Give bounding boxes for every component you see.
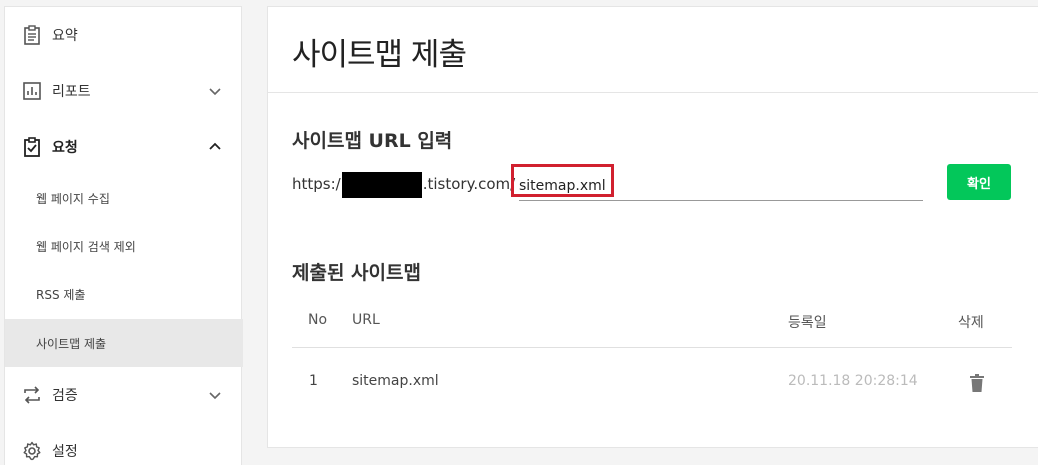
trash-icon[interactable] [967,373,987,393]
sidebar-item-label: 설정 [52,444,78,460]
sitemap-url-input[interactable] [519,171,923,200]
chevron-down-icon [207,83,223,99]
cell-no: 1 [309,373,318,389]
column-header-delete: 삭제 [958,315,984,331]
divider [268,92,1038,93]
sidebar-item-summary[interactable]: 요약 [5,12,243,58]
cell-date: 20.11.18 20:28:14 [788,373,918,389]
sidebar-item-label: 웹 페이지 검색 제외 [36,239,136,254]
sidebar-item-label: 요약 [52,28,78,44]
clipboard-check-icon [22,137,42,157]
sidebar-item-report[interactable]: 리포트 [5,68,243,114]
sidebar-item-label: 리포트 [52,84,91,100]
sidebar-item-web-page-exclude[interactable]: 웹 페이지 검색 제외 [5,222,243,270]
section-title-submitted: 제출된 사이트맵 [292,262,421,284]
section-title-url-input: 사이트맵 URL 입력 [292,130,453,152]
bar-chart-icon [22,81,42,101]
url-prefix: https:/ .tistory.com/ [292,172,515,198]
swap-arrows-icon [22,385,42,405]
sidebar-item-web-page-collect[interactable]: 웹 페이지 수집 [5,174,243,222]
chevron-down-icon [207,387,223,403]
chevron-up-icon [207,139,223,155]
column-header-date: 등록일 [788,315,827,331]
sitemap-url-field [519,171,923,201]
sidebar-item-label: 웹 페이지 수집 [36,191,110,206]
column-header-url: URL [352,312,380,328]
sidebar-item-label: 검증 [52,388,78,404]
sidebar-item-settings[interactable]: 설정 [5,428,243,465]
cell-url: sitemap.xml [352,373,439,389]
page-title: 사이트맵 제출 [292,37,467,73]
main-panel: 사이트맵 제출 사이트맵 URL 입력 https:/ .tistory.com/… [267,6,1038,448]
url-prefix-end: .tistory.com/ [422,175,516,193]
clipboard-list-icon [22,25,42,45]
table-divider [292,347,1012,348]
sidebar-item-verify[interactable]: 검증 [5,372,243,418]
gear-icon [22,441,42,461]
sidebar-item-rss-submit[interactable]: RSS 제출 [5,270,243,318]
sidebar-item-label: 요청 [52,140,78,156]
sidebar-item-label: 사이트맵 제출 [36,336,107,351]
sidebar-item-label: RSS 제출 [36,287,86,302]
confirm-button[interactable]: 확인 [947,164,1011,200]
redacted-block [341,172,422,198]
column-header-no: No [308,312,328,328]
sidebar-item-sitemap-submit[interactable]: 사이트맵 제출 [5,319,243,367]
sidebar: 요약 리포트 요청 웹 페이지 수집 웹 페이지 검색 제외 RSS 제출 사이… [4,6,243,465]
sidebar-item-request[interactable]: 요청 [5,124,243,170]
url-prefix-start: https:/ [292,175,341,193]
